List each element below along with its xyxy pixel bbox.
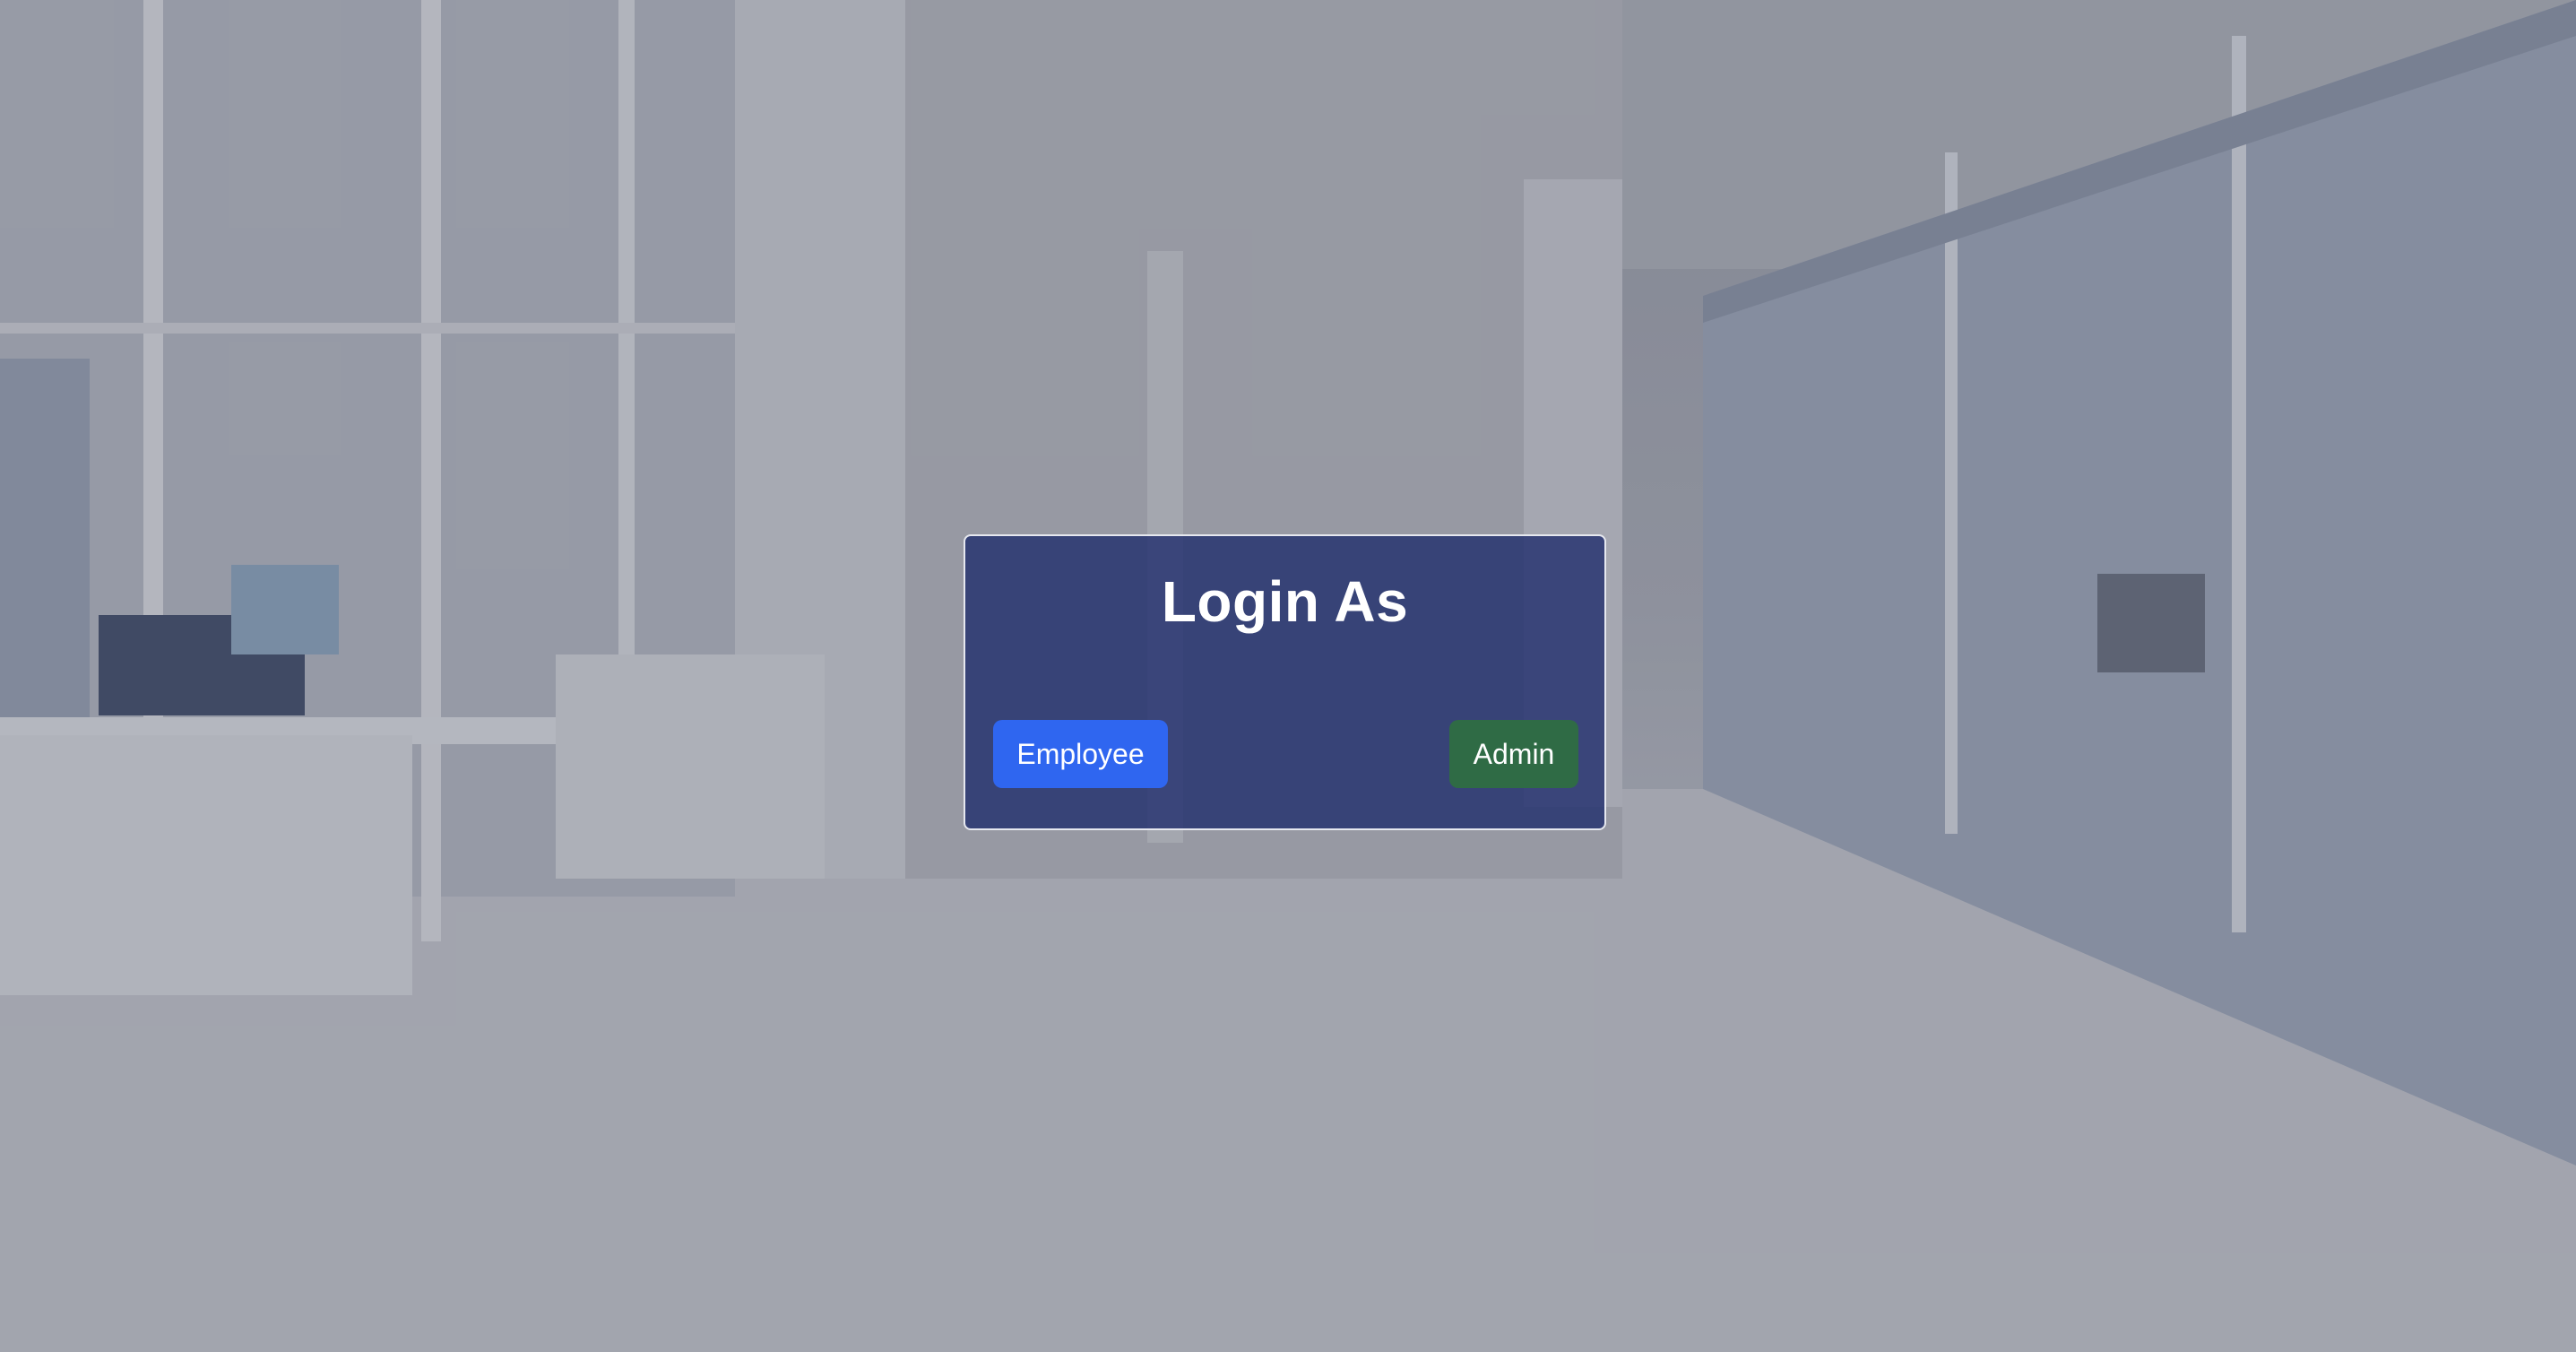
login-role-card: Login As Employee Admin	[964, 534, 1606, 830]
admin-login-button[interactable]: Admin	[1449, 720, 1578, 788]
employee-login-button[interactable]: Employee	[993, 720, 1168, 788]
login-title: Login As	[1161, 569, 1409, 634]
login-page: Login As Employee Admin	[0, 0, 2576, 1352]
